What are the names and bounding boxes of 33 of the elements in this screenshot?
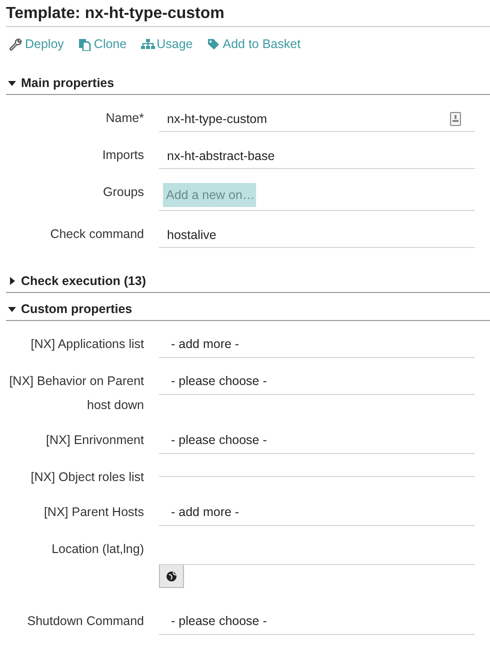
tag-input-field[interactable]: Add a new on… <box>163 183 256 207</box>
globe-icon <box>166 570 177 582</box>
section-header[interactable]: Main properties <box>6 71 490 95</box>
copy-icon <box>78 38 92 50</box>
field-label: [NX] Applications list <box>30 336 144 353</box>
field-label: Shutdown Command <box>26 613 144 630</box>
text-field[interactable]: nx-ht-type-custom <box>159 106 475 132</box>
tag-icon <box>206 38 221 50</box>
field-label: Name* <box>104 110 144 127</box>
field-label: [NX] Enrivonment <box>45 432 144 449</box>
wrench-icon <box>9 38 23 50</box>
section-header[interactable]: Custom properties <box>6 297 490 321</box>
select-field[interactable]: - please choose - <box>159 609 475 635</box>
text-field[interactable]: hostalive <box>159 222 475 248</box>
expand-triangle-icon <box>8 276 16 284</box>
collapse-triangle-icon <box>8 78 16 86</box>
select-field[interactable]: - add more - <box>159 332 475 358</box>
field-label: [NX] Behavior on Parent host down <box>8 373 144 414</box>
field-label: [NX] Parent Hosts <box>42 504 144 521</box>
field-label: Imports <box>101 147 144 164</box>
hierarchy-icon <box>140 38 155 50</box>
text-field[interactable]: nx-ht-abstract-base <box>159 143 475 169</box>
map-button[interactable] <box>159 565 184 588</box>
field-label: Groups <box>102 184 144 201</box>
collapse-triangle-icon <box>8 304 16 312</box>
page-title: Template: nx-ht-type-custom <box>6 4 490 27</box>
field-label: [NX] Object roles list <box>30 469 144 486</box>
select-field[interactable]: - please choose - <box>159 428 475 454</box>
select-field[interactable]: - please choose - <box>159 369 475 395</box>
field-label: Location (lat,lng) <box>50 541 144 558</box>
section-header[interactable]: Check execution (13) <box>6 269 490 293</box>
select-field[interactable]: - add more - <box>159 500 475 526</box>
field-label: Check command <box>49 226 144 243</box>
